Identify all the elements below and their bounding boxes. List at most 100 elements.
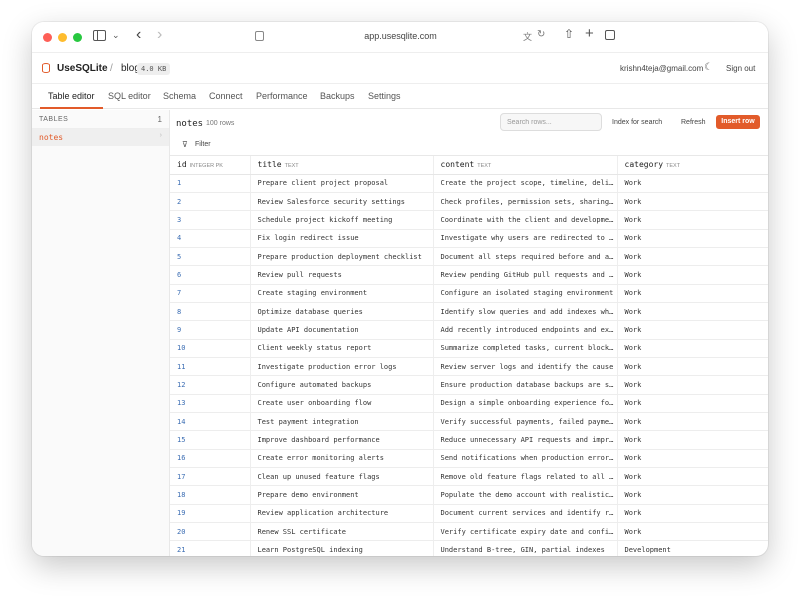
forward-icon[interactable]: › [157, 27, 162, 43]
cell-id[interactable]: 16 [170, 449, 251, 469]
cell-id[interactable]: 12 [170, 375, 251, 395]
cell-category[interactable]: Work [617, 394, 768, 413]
cell-id[interactable]: 7 [170, 284, 251, 303]
cell-title[interactable]: Create user onboarding flow [250, 394, 434, 413]
sidebar-toggle-icon[interactable] [93, 30, 106, 41]
cell-category[interactable]: Work [617, 339, 768, 358]
cell-content[interactable]: Create the project scope, timeline, deli… [433, 174, 618, 193]
table-row[interactable]: 8 Optimize database queries Identify slow … [170, 302, 768, 322]
maximize-window-button[interactable] [73, 33, 82, 42]
cell-category[interactable]: Work [617, 247, 768, 267]
table-row[interactable]: 6 Review pull requests Review pending GitH… [170, 265, 768, 285]
refresh-button[interactable]: Refresh [681, 119, 706, 126]
tab-sql-editor[interactable]: SQL editor [108, 91, 151, 101]
new-tab-icon[interactable]: + [585, 25, 594, 42]
cell-category[interactable]: Development [617, 540, 768, 556]
filter-button[interactable]: Filter [195, 141, 211, 148]
cell-title[interactable]: Client weekly status report [250, 339, 434, 358]
cell-id[interactable]: 21 [170, 540, 251, 556]
cell-category[interactable]: Work [617, 357, 768, 377]
cell-id[interactable]: 15 [170, 430, 251, 450]
cell-category[interactable]: Work [617, 302, 768, 322]
cell-content[interactable]: Reduce unnecessary API requests and impr… [433, 430, 618, 450]
cell-id[interactable]: 1 [170, 174, 251, 193]
cell-content[interactable]: Design a simple onboarding experience fo… [433, 394, 618, 413]
index-for-search-button[interactable]: Index for search [612, 119, 662, 126]
cell-id[interactable]: 9 [170, 320, 251, 340]
cell-category[interactable]: Work [617, 522, 768, 542]
column-header-category[interactable]: category TEXT [617, 156, 768, 175]
column-header-id[interactable]: id INTEGER PK [170, 156, 251, 175]
table-row[interactable]: 15 Improve dashboard performance Reduce un… [170, 430, 768, 450]
cell-id[interactable]: 19 [170, 504, 251, 524]
cell-content[interactable]: Review pending GitHub pull requests and … [433, 265, 618, 285]
table-row[interactable]: 3 Schedule project kickoff meeting Coordin… [170, 210, 768, 230]
cell-id[interactable]: 5 [170, 247, 251, 267]
cell-title[interactable]: Renew SSL certificate [250, 522, 434, 542]
cell-content[interactable]: Configure an isolated staging environmen… [433, 284, 618, 303]
table-row[interactable]: 10 Client weekly status report Summarize c… [170, 339, 768, 358]
cell-id[interactable]: 8 [170, 302, 251, 322]
cell-title[interactable]: Review pull requests [250, 265, 434, 285]
cell-content[interactable]: Ensure production database backups are s… [433, 375, 618, 395]
cell-id[interactable]: 3 [170, 210, 251, 230]
cell-content[interactable]: Add recently introduced endpoints and ex… [433, 320, 618, 340]
cell-category[interactable]: Work [617, 284, 768, 303]
cell-title[interactable]: Update API documentation [250, 320, 434, 340]
cell-title[interactable]: Clean up unused feature flags [250, 467, 434, 487]
cell-id[interactable]: 6 [170, 265, 251, 285]
cell-title[interactable]: Create staging environment [250, 284, 434, 303]
cell-id[interactable]: 11 [170, 357, 251, 377]
cell-category[interactable]: Work [617, 412, 768, 432]
cell-content[interactable]: Identify slow queries and add indexes wh… [433, 302, 618, 322]
cell-content[interactable]: Document all steps required before and a… [433, 247, 618, 267]
translate-icon[interactable]: ⽂ [523, 30, 532, 43]
search-input[interactable] [500, 113, 602, 131]
cell-category[interactable]: Work [617, 210, 768, 230]
cell-content[interactable]: Populate the demo account with realistic… [433, 485, 618, 505]
tab-settings[interactable]: Settings [368, 91, 401, 101]
tab-backups[interactable]: Backups [320, 91, 355, 101]
cell-category[interactable]: Work [617, 174, 768, 193]
cell-category[interactable]: Work [617, 467, 768, 487]
cell-category[interactable]: Work [617, 485, 768, 505]
tab-connect[interactable]: Connect [209, 91, 243, 101]
cell-content[interactable]: Document current services and identify r… [433, 504, 618, 524]
table-row[interactable]: 17 Clean up unused feature flags Remove ol… [170, 467, 768, 487]
cell-category[interactable]: Work [617, 192, 768, 212]
cell-content[interactable]: Understand B-tree, GIN, partial indexes [433, 540, 618, 556]
cell-content[interactable]: Coordinate with the client and developme… [433, 210, 618, 230]
cell-category[interactable]: Work [617, 504, 768, 524]
cell-category[interactable]: Work [617, 449, 768, 469]
tab-table-editor[interactable]: Table editor [40, 91, 102, 109]
chevron-down-icon[interactable]: ⌄ [112, 30, 120, 41]
moon-icon[interactable]: ☾ [704, 62, 713, 73]
brand-name[interactable]: UseSQLite [57, 63, 108, 74]
cell-title[interactable]: Learn PostgreSQL indexing [250, 540, 434, 556]
table-row[interactable]: 16 Create error monitoring alerts Send not… [170, 449, 768, 469]
table-row[interactable]: 13 Create user onboarding flow Design a si… [170, 394, 768, 413]
tab-performance[interactable]: Performance [256, 91, 308, 101]
cell-category[interactable]: Work [617, 265, 768, 285]
cell-content[interactable]: Check profiles, permission sets, sharing… [433, 192, 618, 212]
sidebar-item-notes[interactable]: notes › [32, 129, 169, 146]
column-header-title[interactable]: title TEXT [250, 156, 434, 175]
cell-content[interactable]: Verify successful payments, failed payme… [433, 412, 618, 432]
cell-title[interactable]: Schedule project kickoff meeting [250, 210, 434, 230]
table-row[interactable]: 12 Configure automated backups Ensure prod… [170, 375, 768, 395]
cell-title[interactable]: Fix login redirect issue [250, 229, 434, 248]
address-bar[interactable]: app.usesqlite.com [332, 31, 469, 41]
cell-title[interactable]: Configure automated backups [250, 375, 434, 395]
share-icon[interactable]: ⇧ [564, 27, 574, 41]
table-row[interactable]: 18 Prepare demo environment Populate the d… [170, 485, 768, 505]
cell-id[interactable]: 14 [170, 412, 251, 432]
cell-category[interactable]: Work [617, 375, 768, 395]
table-row[interactable]: 2 Review Salesforce security settings Chec… [170, 192, 768, 212]
table-row[interactable]: 19 Review application architecture Documen… [170, 504, 768, 524]
cell-title[interactable]: Investigate production error logs [250, 357, 434, 377]
cell-content[interactable]: Summarize completed tasks, current block… [433, 339, 618, 358]
back-icon[interactable]: ‹ [136, 27, 141, 43]
cell-content[interactable]: Remove old feature flags related to all … [433, 467, 618, 487]
cell-title[interactable]: Prepare demo environment [250, 485, 434, 505]
close-window-button[interactable] [43, 33, 52, 42]
